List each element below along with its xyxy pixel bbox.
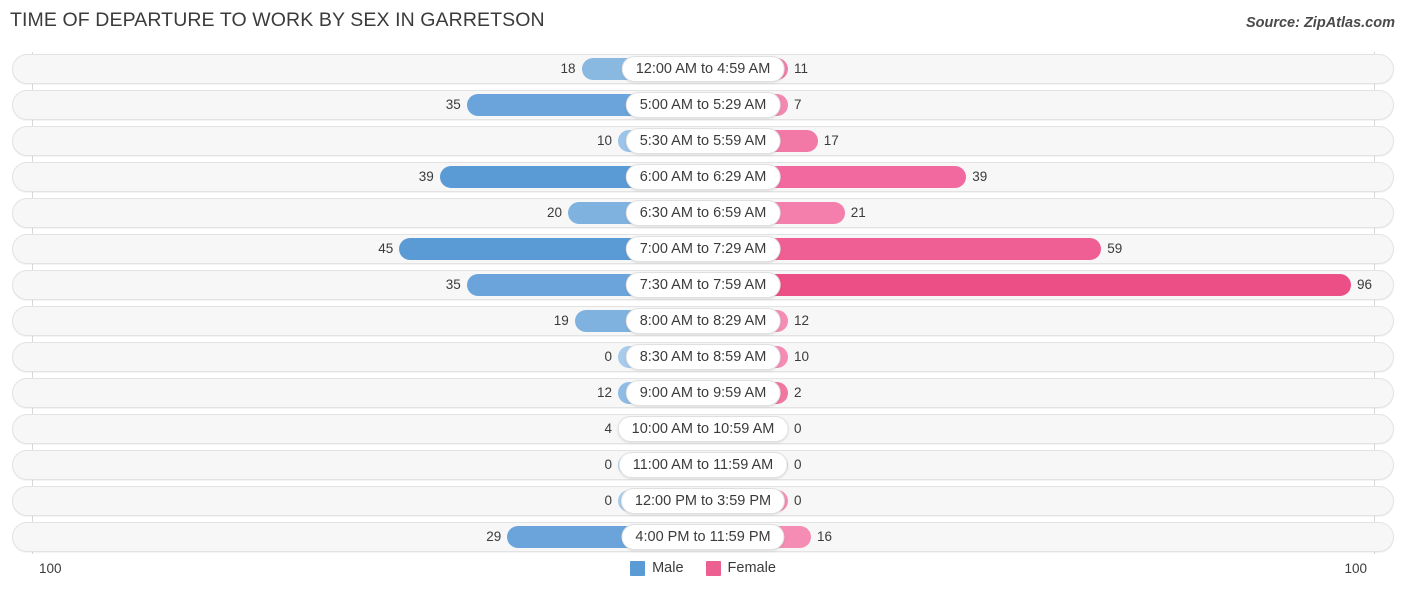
chart-row: 0 0 11:00 AM to 11:59 AM	[12, 450, 1394, 480]
value-label-female: 2	[794, 385, 802, 400]
value-label-male: 0	[604, 457, 612, 472]
value-label-female: 7	[794, 97, 802, 112]
legend-item-male[interactable]: Male	[630, 560, 684, 576]
chart-row: 12 2 9:00 AM to 9:59 AM	[12, 378, 1394, 408]
value-label-male: 12	[596, 385, 612, 400]
chart-legend: Male Female	[0, 560, 1406, 576]
value-label-female: 11	[794, 61, 809, 76]
chart-row: 35 96 7:30 AM to 7:59 AM	[12, 270, 1394, 300]
category-label: 8:00 AM to 8:29 AM	[625, 308, 781, 334]
value-label-male: 4	[604, 421, 612, 436]
category-label: 10:00 AM to 10:59 AM	[617, 416, 789, 442]
value-label-female: 16	[817, 529, 833, 544]
value-label-female: 21	[850, 205, 866, 220]
chart-row: 39 39 6:00 AM to 6:29 AM	[12, 162, 1394, 192]
category-label: 9:00 AM to 9:59 AM	[625, 380, 781, 406]
bar-female[interactable]	[703, 274, 1351, 296]
chart-row: 29 16 4:00 PM to 11:59 PM	[12, 522, 1394, 552]
value-label-female: 0	[794, 493, 802, 508]
chart-row: 18 11 12:00 AM to 4:59 AM	[12, 54, 1394, 84]
category-label: 7:30 AM to 7:59 AM	[625, 272, 781, 298]
chart-plot-area: 18 11 12:00 AM to 4:59 AM 35 7 5:00 AM to 5:2…	[0, 52, 1406, 554]
legend-item-female[interactable]: Female	[705, 560, 776, 576]
legend-swatch-female-icon	[705, 560, 721, 576]
value-label-female: 0	[794, 457, 802, 472]
value-label-female: 12	[794, 313, 810, 328]
value-label-male: 10	[596, 133, 612, 148]
category-label: 6:30 AM to 6:59 AM	[625, 200, 781, 226]
page-title: TIME OF DEPARTURE TO WORK BY SEX IN GARR…	[10, 9, 545, 31]
value-label-female: 59	[1107, 241, 1123, 256]
value-label-male: 0	[604, 349, 612, 364]
value-label-male: 45	[378, 241, 394, 256]
value-label-male: 29	[486, 529, 502, 544]
value-label-female: 39	[972, 169, 988, 184]
chart-row: 0 10 8:30 AM to 8:59 AM	[12, 342, 1394, 372]
legend-swatch-male-icon	[630, 560, 646, 576]
category-label: 6:00 AM to 6:29 AM	[625, 164, 781, 190]
value-label-male: 20	[546, 205, 562, 220]
value-label-female: 17	[823, 133, 839, 148]
value-label-male: 19	[553, 313, 569, 328]
category-label: 7:00 AM to 7:29 AM	[625, 236, 781, 262]
chart-row: 35 7 5:00 AM to 5:29 AM	[12, 90, 1394, 120]
chart-page: TIME OF DEPARTURE TO WORK BY SEX IN GARR…	[0, 0, 1406, 594]
legend-label-female: Female	[727, 560, 776, 576]
chart-row: 45 59 7:00 AM to 7:29 AM	[12, 234, 1394, 264]
legend-label-male: Male	[652, 560, 684, 576]
category-label: 4:00 PM to 11:59 PM	[621, 524, 785, 550]
category-label: 8:30 AM to 8:59 AM	[625, 344, 781, 370]
value-label-male: 18	[560, 61, 576, 76]
chart-row: 0 0 12:00 PM to 3:59 PM	[12, 486, 1394, 516]
category-label: 5:30 AM to 5:59 AM	[625, 128, 781, 154]
value-label-female: 10	[794, 349, 810, 364]
value-label-male: 35	[445, 97, 461, 112]
category-label: 5:00 AM to 5:29 AM	[625, 92, 781, 118]
chart-row: 4 0 10:00 AM to 10:59 AM	[12, 414, 1394, 444]
category-label: 12:00 AM to 4:59 AM	[621, 56, 785, 82]
chart-row: 19 12 8:00 AM to 8:29 AM	[12, 306, 1394, 336]
value-label-male: 0	[604, 493, 612, 508]
category-label: 12:00 PM to 3:59 PM	[620, 488, 786, 514]
category-label: 11:00 AM to 11:59 AM	[618, 452, 788, 478]
source-attribution: Source: ZipAtlas.com	[1245, 15, 1395, 31]
value-label-male: 39	[418, 169, 434, 184]
value-label-female: 0	[794, 421, 802, 436]
value-label-female: 96	[1357, 277, 1373, 292]
chart-row: 20 21 6:30 AM to 6:59 AM	[12, 198, 1394, 228]
chart-row: 10 17 5:30 AM to 5:59 AM	[12, 126, 1394, 156]
value-label-male: 35	[445, 277, 461, 292]
